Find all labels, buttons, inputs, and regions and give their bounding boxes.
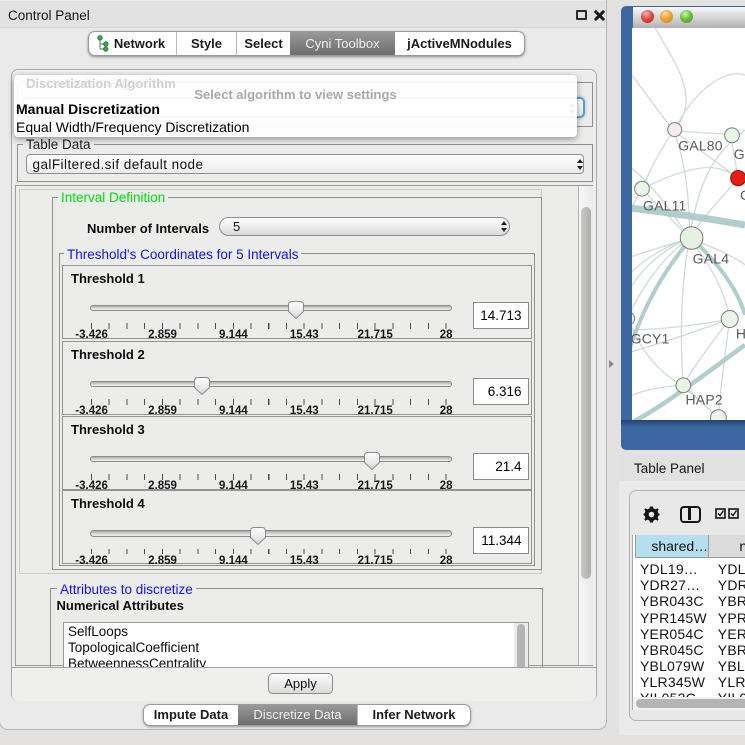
svg-text:HAP2: HAP2 xyxy=(686,392,723,408)
svg-text:GAL4: GAL4 xyxy=(693,251,730,267)
svg-text:GA: GA xyxy=(734,146,745,162)
svg-text:GAL80: GAL80 xyxy=(678,138,723,154)
svg-text:GCY1: GCY1 xyxy=(632,330,670,346)
svg-text:C: C xyxy=(740,187,745,203)
svg-text:H: H xyxy=(736,325,745,341)
svg-text:GAL11: GAL11 xyxy=(643,198,687,214)
